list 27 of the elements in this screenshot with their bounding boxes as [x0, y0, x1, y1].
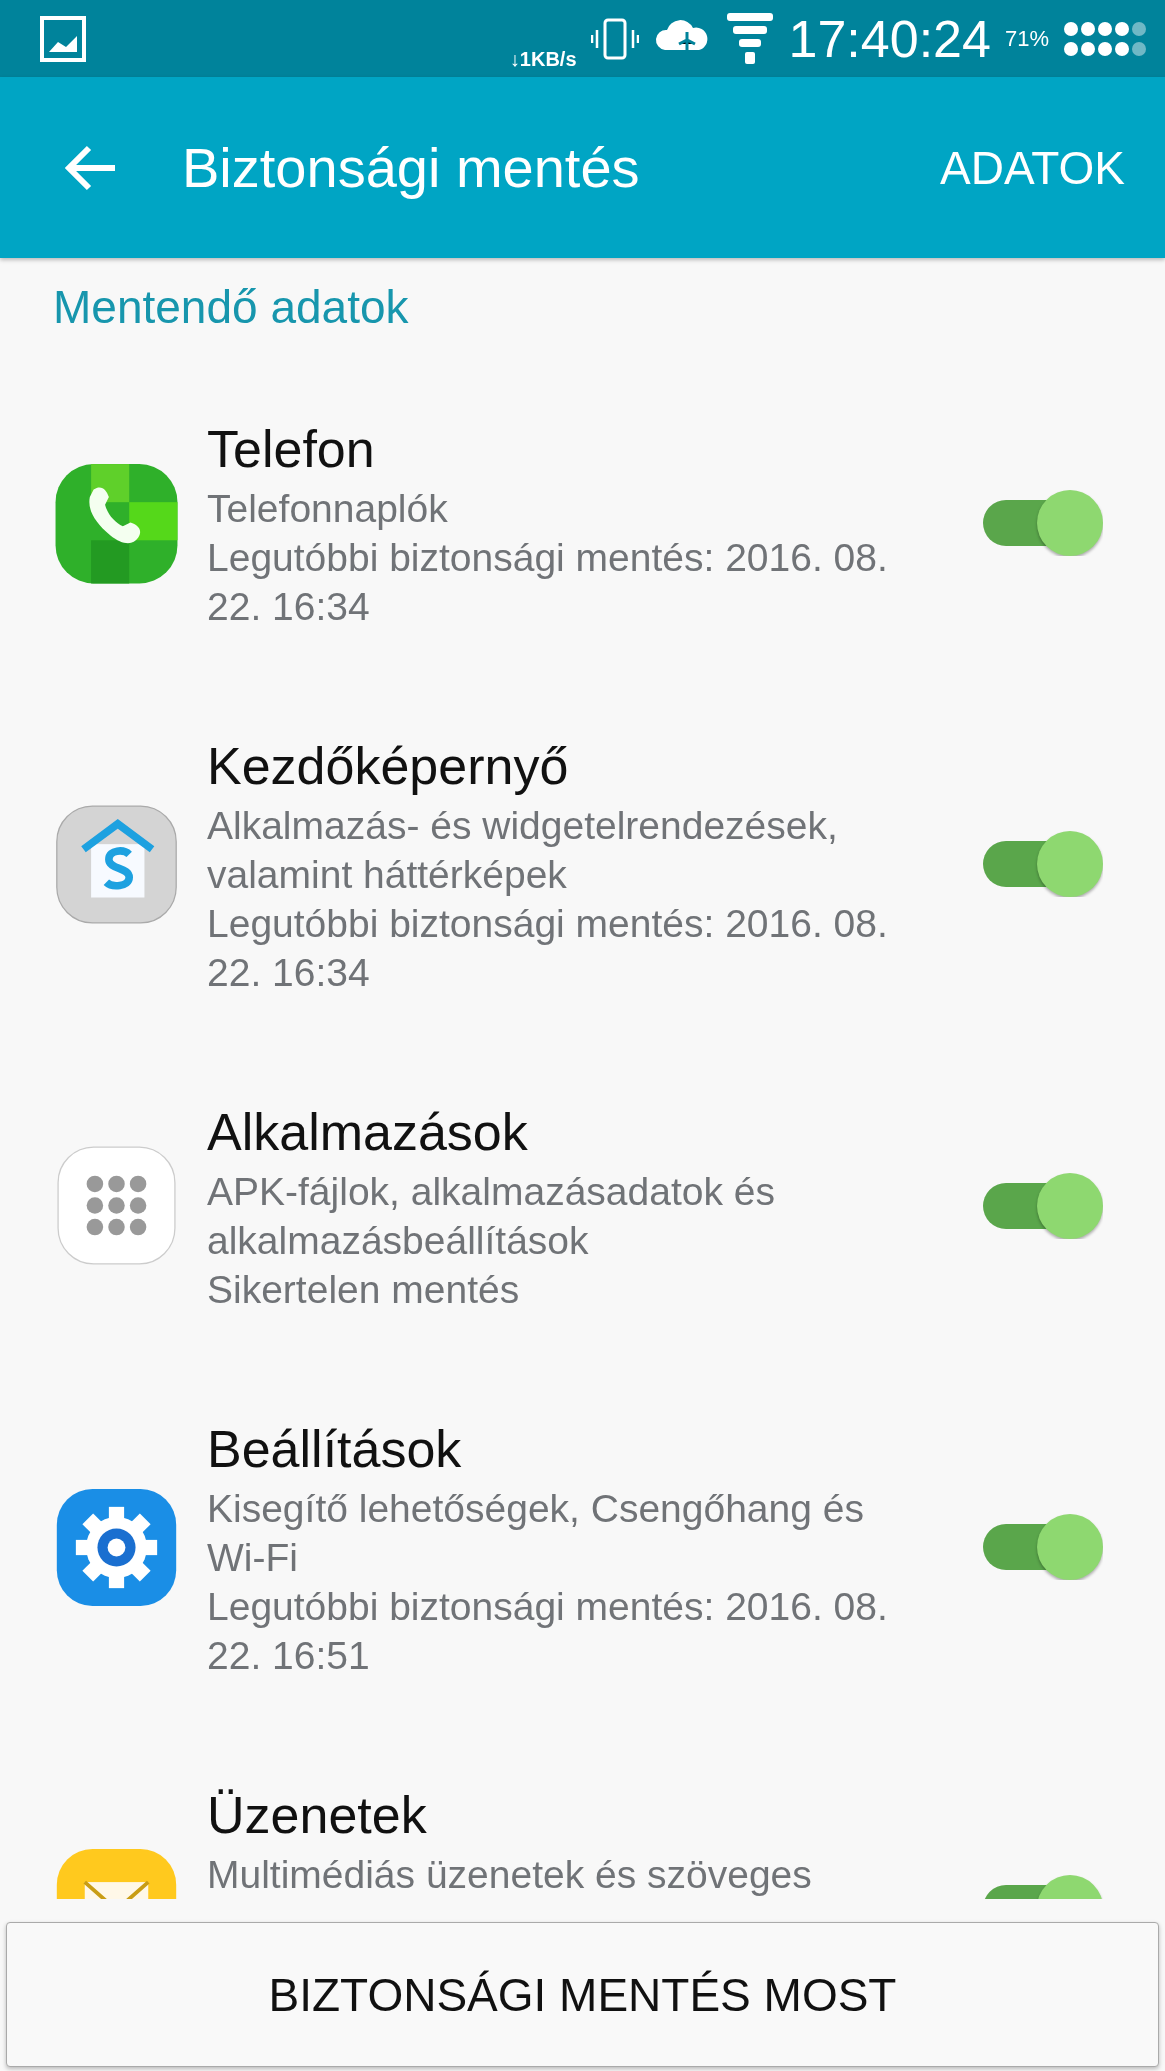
gallery-icon — [40, 15, 86, 62]
signal-icon — [724, 10, 775, 67]
backup-now-button[interactable]: BIZTONSÁGI MENTÉS MOST — [6, 1922, 1159, 2067]
item-description: Sikertelen mentés — [207, 1267, 521, 1313]
item-title: Üzenetek — [207, 1785, 428, 1846]
item-title: Telefon — [207, 419, 376, 480]
item-description: Legutóbbi biztonsági mentés: 2016. 08. 22. 16:34 — [207, 535, 889, 630]
item-description: Multimédiás üzenetek és szöveges — [207, 1852, 813, 1898]
item-description: Kisegítő lehetőségek, Csengőhang és Wi-Fi — [207, 1486, 865, 1581]
section-header: Mentendő adatok — [52, 280, 410, 335]
back-arrow-icon — [63, 143, 117, 192]
toggle-switch[interactable] — [983, 489, 1103, 556]
item-description: Telefonnaplók — [207, 486, 449, 532]
battery-percent: 71% — [1004, 25, 1049, 52]
item-title: Kezdőképernyő — [207, 736, 570, 797]
toggle-switch[interactable] — [983, 1172, 1103, 1239]
item-title: Alkalmazások — [207, 1102, 529, 1163]
toggle-switch[interactable] — [983, 1514, 1103, 1580]
item-description: Legutóbbi biztonsági mentés: 2016. 08. 22. 16:34 — [207, 901, 889, 996]
toggle-switch[interactable] — [983, 831, 1103, 897]
item-description: Alkalmazás- és widgetelrendezések, valamint háttérképek — [207, 803, 839, 898]
item-description: Legutóbbi biztonsági mentés: 2016. 08. 22. 16:51 — [207, 1584, 889, 1679]
clock-time: 17:40:24 — [788, 8, 991, 69]
item-title: Beállítások — [207, 1419, 463, 1480]
network-speed: ↓1KB/s — [509, 48, 577, 71]
screen-title: Biztonsági mentés — [182, 135, 641, 200]
item-description: APK-fájlok, alkalmazásadatok és alkalmazásbeállítások — [207, 1169, 776, 1264]
